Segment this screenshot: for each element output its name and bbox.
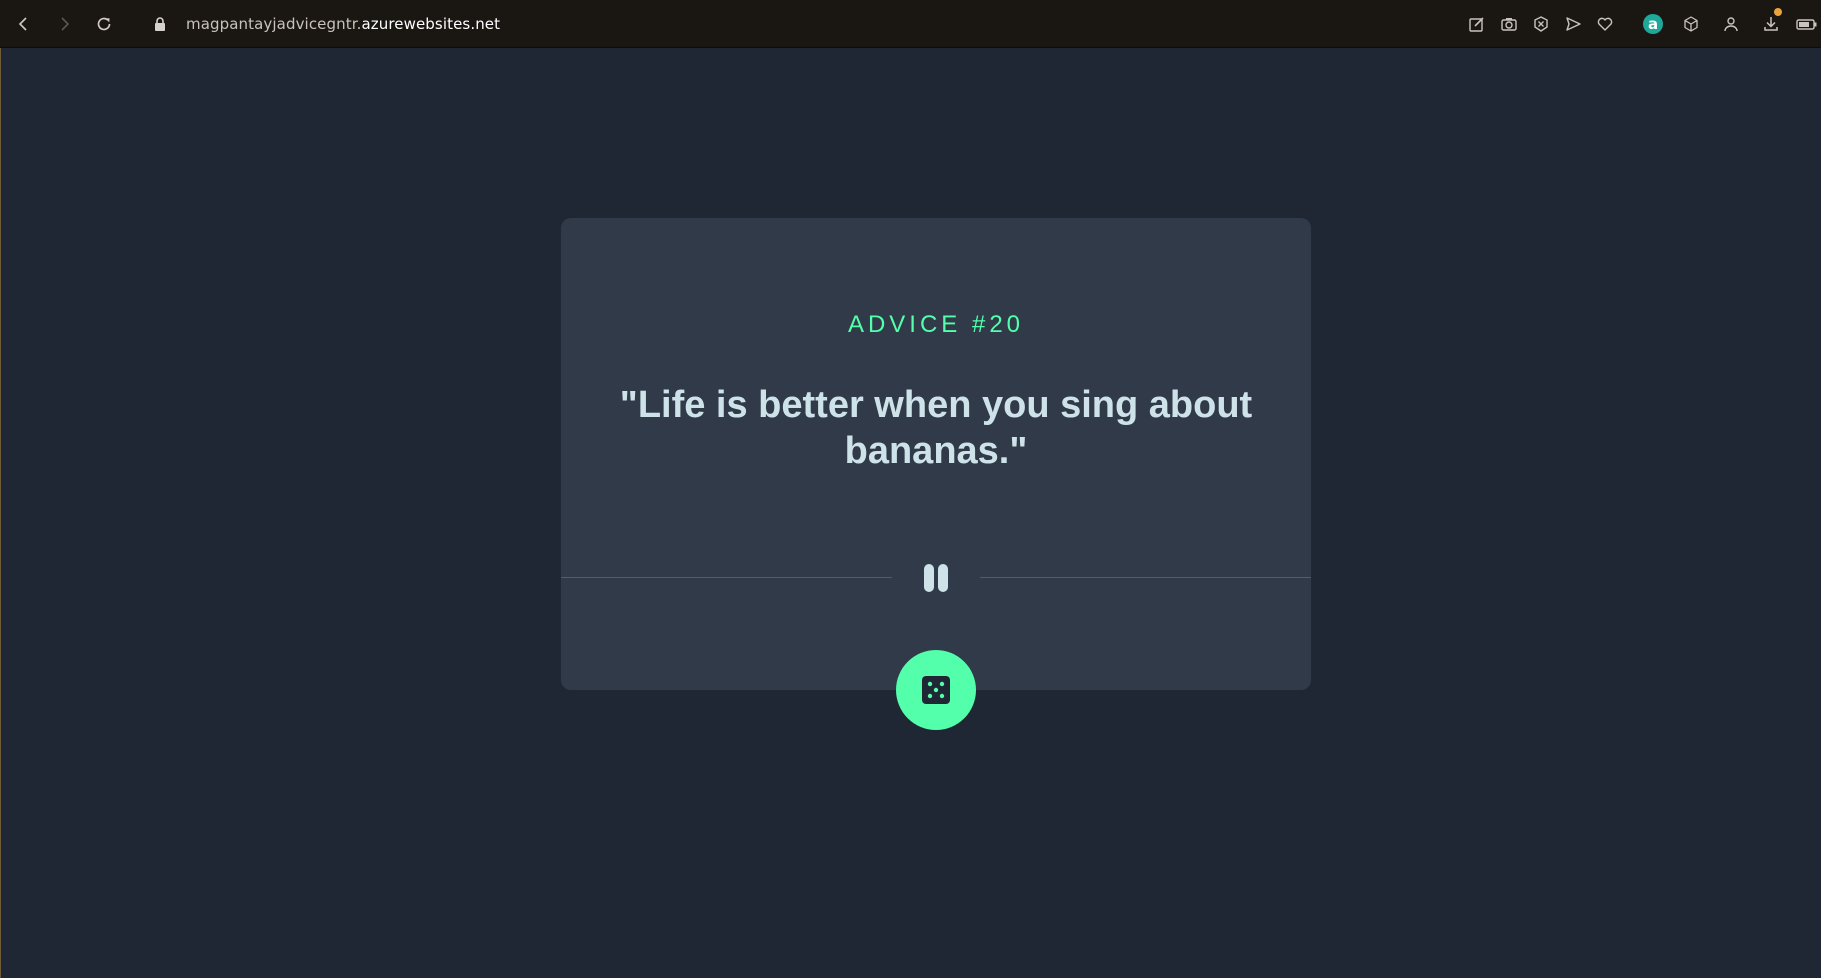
profile-button[interactable] bbox=[1715, 0, 1747, 48]
reload-icon bbox=[97, 17, 111, 30]
divider-line-left bbox=[561, 577, 892, 578]
camera-icon bbox=[1501, 18, 1517, 31]
browser-toolbar: magpantayjadvicegntr.azurewebsites.net a bbox=[0, 0, 1821, 48]
pattern-divider bbox=[561, 562, 1311, 594]
address-bar[interactable]: magpantayjadvicegntr.azurewebsites.net bbox=[152, 0, 500, 48]
screenshot-button[interactable] bbox=[1493, 0, 1525, 48]
favorite-button[interactable] bbox=[1589, 0, 1621, 48]
extension-a-icon: a bbox=[1643, 14, 1663, 34]
heart-icon bbox=[1597, 17, 1613, 31]
send-button[interactable] bbox=[1557, 0, 1589, 48]
lock-icon bbox=[155, 16, 165, 31]
send-icon bbox=[1566, 17, 1581, 31]
advice-quote: "Life is better when you sing about bana… bbox=[619, 384, 1253, 472]
edit-icon bbox=[1469, 17, 1484, 32]
download-icon bbox=[1764, 17, 1778, 31]
battery-icon bbox=[1796, 19, 1817, 30]
advice-card: ADVICE #20 "Life is better when you sing… bbox=[561, 218, 1311, 730]
toolbar-actions: a bbox=[1461, 0, 1821, 48]
user-icon bbox=[1724, 17, 1738, 32]
extension-button[interactable]: a bbox=[1637, 0, 1669, 48]
back-button[interactable] bbox=[4, 0, 44, 48]
cube-icon bbox=[1684, 16, 1698, 32]
url-domain: azurewebsites.net bbox=[361, 14, 501, 33]
dice-icon bbox=[922, 676, 950, 704]
window-edge bbox=[0, 48, 1, 978]
extensions-button[interactable] bbox=[1675, 0, 1707, 48]
url-text: magpantayjadvicegntr.azurewebsites.net bbox=[186, 15, 500, 33]
battery-button[interactable] bbox=[1793, 0, 1821, 48]
forward-arrow-icon bbox=[61, 16, 70, 31]
forward-button[interactable] bbox=[44, 0, 84, 48]
generate-advice-button[interactable] bbox=[896, 650, 976, 730]
block-button[interactable] bbox=[1525, 0, 1557, 48]
reload-button[interactable] bbox=[84, 0, 124, 48]
downloads-button[interactable] bbox=[1755, 0, 1787, 48]
divider-line-right bbox=[980, 577, 1311, 578]
notification-dot bbox=[1774, 8, 1782, 16]
url-prefix: magpantayjadvicegntr. bbox=[186, 14, 362, 33]
advice-number: ADVICE #20 bbox=[847, 311, 1025, 338]
close-circle-icon bbox=[1534, 16, 1548, 32]
edit-button[interactable] bbox=[1461, 0, 1493, 48]
pause-icon bbox=[918, 564, 954, 592]
back-arrow-icon bbox=[18, 16, 27, 31]
